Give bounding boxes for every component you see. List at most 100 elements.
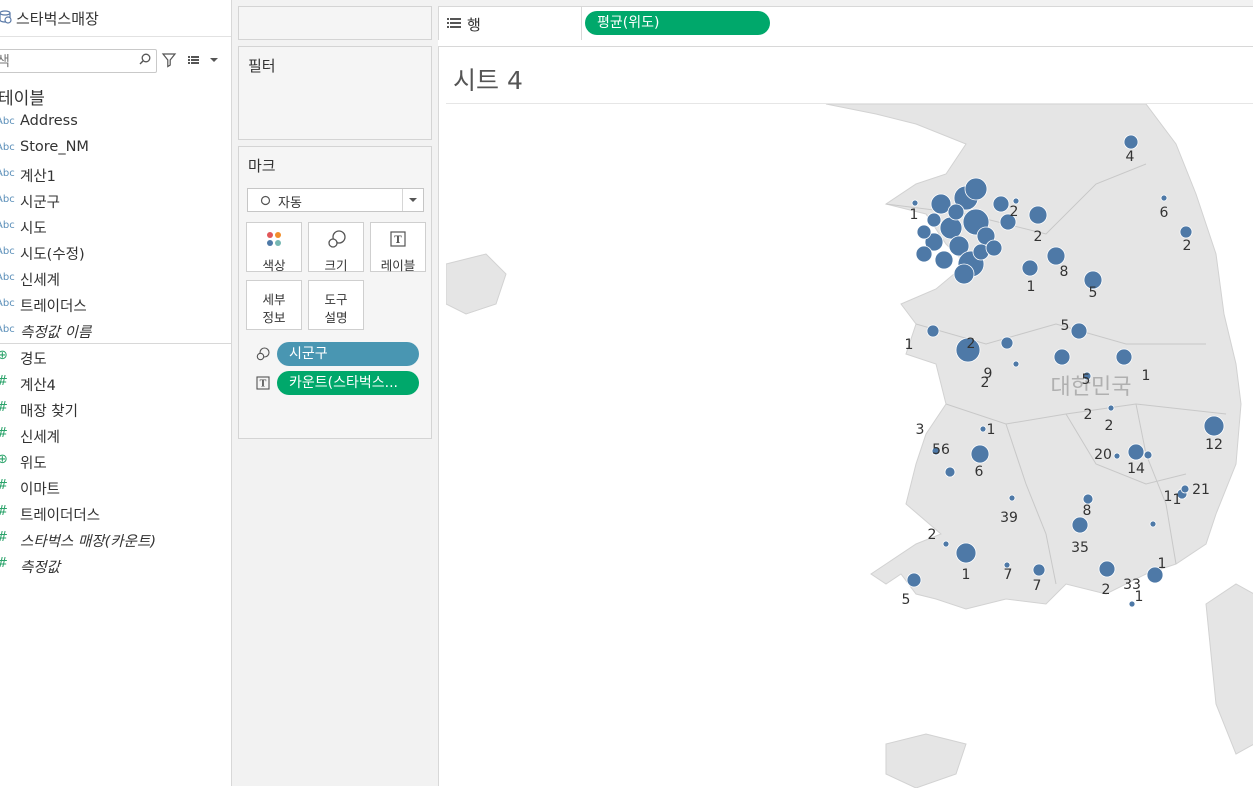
store-bubble[interactable] bbox=[1012, 360, 1020, 368]
dimension-field[interactable]: Abc 트레이더스 bbox=[0, 292, 231, 318]
chevron-down-icon bbox=[409, 198, 417, 202]
dimension-field[interactable]: Abc Store_NM bbox=[0, 136, 231, 162]
measure-field[interactable]: # 트레이더더스 bbox=[0, 501, 231, 527]
store-bubble[interactable] bbox=[915, 245, 933, 263]
view-list-icon[interactable] bbox=[187, 52, 203, 68]
bubble-count-label: 2 bbox=[1084, 407, 1093, 423]
label-button[interactable]: T 레이블 bbox=[370, 222, 426, 273]
store-bubble[interactable] bbox=[1008, 494, 1016, 502]
dimension-field[interactable]: Abc 계산1 bbox=[0, 162, 231, 188]
measure-field-name: 경도 bbox=[20, 352, 47, 368]
measure-field[interactable]: # 측정값 bbox=[0, 553, 231, 579]
store-bubble[interactable] bbox=[947, 203, 965, 221]
store-bubble[interactable] bbox=[1123, 134, 1139, 150]
store-bubble[interactable] bbox=[1028, 205, 1048, 225]
store-bubble[interactable] bbox=[934, 250, 954, 270]
bubble-count-label: 12 bbox=[1205, 437, 1223, 453]
bubble-count-label: 1 bbox=[1135, 589, 1144, 605]
measure-field[interactable]: ⊕ 위도 bbox=[0, 449, 231, 475]
color-button[interactable]: 색상 bbox=[246, 222, 302, 273]
measure-field[interactable]: # 스타벅스 매장(카운트) bbox=[0, 527, 231, 553]
store-bubble[interactable] bbox=[926, 324, 940, 338]
store-bubble[interactable] bbox=[1180, 484, 1190, 494]
filter-icon[interactable] bbox=[161, 52, 177, 68]
search-box[interactable] bbox=[0, 49, 157, 73]
search-input[interactable] bbox=[0, 51, 127, 71]
mark-type-dropdown[interactable]: 자동 bbox=[247, 188, 424, 212]
measure-field-name: 측정값 bbox=[20, 560, 61, 576]
store-bubble[interactable] bbox=[916, 224, 932, 240]
store-bubble[interactable] bbox=[1160, 194, 1168, 202]
store-bubble[interactable] bbox=[953, 263, 975, 285]
bubble-count-label: 6 bbox=[1160, 205, 1169, 221]
store-bubble[interactable] bbox=[1046, 246, 1066, 266]
shelves-pane: 필터 마크 자동 색상 크기 T 레이블 세부 정보 도구 설명 시군구 T 카… bbox=[232, 0, 438, 786]
sheet-title[interactable]: 시트 4 bbox=[453, 61, 523, 97]
tooltip-button[interactable]: 도구 설명 bbox=[308, 280, 364, 330]
store-bubble[interactable] bbox=[992, 195, 1010, 213]
store-bubble[interactable] bbox=[1127, 443, 1145, 461]
store-bubble[interactable] bbox=[1149, 520, 1157, 528]
store-bubble[interactable] bbox=[942, 540, 950, 548]
bubble-count-label: 5 bbox=[1061, 318, 1070, 334]
datasource-row[interactable]: 스타벅스매장 bbox=[0, 0, 231, 37]
store-bubble[interactable] bbox=[1115, 348, 1133, 366]
bubble-count-label: 2 bbox=[1102, 582, 1111, 598]
bubble-count-label: 5 bbox=[1082, 372, 1091, 388]
store-bubble[interactable] bbox=[985, 239, 1003, 257]
store-bubble[interactable] bbox=[944, 466, 956, 478]
dimension-field[interactable]: Abc Address bbox=[0, 110, 231, 136]
store-bubble[interactable] bbox=[1107, 404, 1115, 412]
bubble-count-label: 1 bbox=[905, 337, 914, 353]
size-button[interactable]: 크기 bbox=[308, 222, 364, 273]
store-bubble[interactable] bbox=[1098, 560, 1116, 578]
store-bubble[interactable] bbox=[1179, 225, 1193, 239]
store-bubble[interactable] bbox=[1032, 563, 1046, 577]
measure-field[interactable]: # 이마트 bbox=[0, 475, 231, 501]
number-type-icon: # bbox=[0, 504, 8, 519]
filters-title: 필터 bbox=[248, 57, 276, 75]
measure-field[interactable]: ⊕ 경도 bbox=[0, 345, 231, 371]
detail-label-2: 정보 bbox=[262, 310, 286, 325]
rows-shelf[interactable]: 행 평균(위도) bbox=[438, 6, 1253, 40]
measure-field-name: 위도 bbox=[20, 456, 47, 472]
chevron-down-icon[interactable] bbox=[206, 52, 222, 68]
store-bubble[interactable] bbox=[964, 177, 988, 201]
store-bubble[interactable] bbox=[926, 212, 942, 228]
dimension-field-name: 계산1 bbox=[20, 169, 56, 185]
size-label: 크기 bbox=[324, 258, 348, 273]
dropdown-arrow[interactable] bbox=[402, 189, 423, 211]
measure-field[interactable]: # 매장 찾기 bbox=[0, 397, 231, 423]
store-bubble[interactable] bbox=[1053, 348, 1071, 366]
store-bubble[interactable] bbox=[955, 542, 977, 564]
store-bubble[interactable] bbox=[1113, 452, 1121, 460]
avg-latitude-pill[interactable]: 평균(위도) bbox=[585, 11, 770, 35]
store-bubble[interactable] bbox=[979, 425, 987, 433]
dimension-field[interactable]: Abc 시도 bbox=[0, 214, 231, 240]
store-bubble[interactable] bbox=[911, 199, 919, 207]
sigungu-pill[interactable]: 시군구 bbox=[277, 342, 419, 366]
detail-label-1: 세부 bbox=[262, 292, 286, 307]
store-bubble[interactable] bbox=[906, 572, 922, 588]
store-bubble[interactable] bbox=[1143, 450, 1153, 460]
dimension-field[interactable]: Abc 신세계 bbox=[0, 266, 231, 292]
measure-field[interactable]: # 계산4 bbox=[0, 371, 231, 397]
search-icon[interactable] bbox=[139, 53, 151, 65]
store-bubble[interactable] bbox=[1021, 259, 1039, 277]
filters-card[interactable]: 필터 bbox=[238, 46, 432, 140]
bubble-count-label: 1 bbox=[962, 567, 971, 583]
store-bubble[interactable] bbox=[1071, 516, 1089, 534]
count-pill[interactable]: 카운트(스타벅스... bbox=[277, 371, 419, 395]
detail-button[interactable]: 세부 정보 bbox=[246, 280, 302, 330]
pages-card[interactable] bbox=[238, 6, 432, 40]
number-type-icon: # bbox=[0, 400, 8, 415]
store-bubble[interactable] bbox=[1000, 336, 1014, 350]
dimension-field[interactable]: Abc 측정값 이름 bbox=[0, 318, 231, 344]
store-bubble[interactable] bbox=[1070, 322, 1088, 340]
map[interactable]: 대한민국 41 2 62285151 292 153 12562126 1420211839… bbox=[446, 103, 1253, 788]
store-bubble[interactable] bbox=[1203, 415, 1225, 437]
dimension-field[interactable]: Abc 시도(수정) bbox=[0, 240, 231, 266]
measure-field[interactable]: # 신세계 bbox=[0, 423, 231, 449]
dimension-field[interactable]: Abc 시군구 bbox=[0, 188, 231, 214]
store-bubble[interactable] bbox=[970, 444, 990, 464]
